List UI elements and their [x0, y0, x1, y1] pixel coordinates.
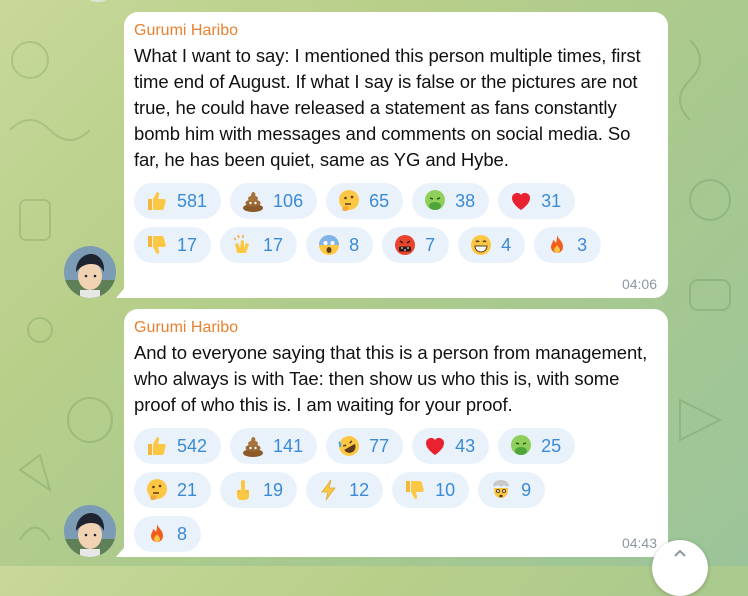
reaction-count: 65 [369, 190, 390, 211]
reaction-count: 9 [521, 479, 532, 500]
message-time: 04:43 [621, 535, 657, 551]
thumbs-up-icon [144, 433, 170, 459]
thinking-face-icon [144, 477, 170, 503]
sender-name[interactable]: Gurumi Haribo [134, 318, 656, 338]
reaction-rofl[interactable]: 77 [326, 428, 404, 464]
middle-finger-icon [230, 477, 256, 503]
reaction-count: 7 [425, 234, 436, 255]
reaction-cursing[interactable]: 7 [382, 227, 450, 263]
nauseated-face-icon [422, 188, 448, 214]
previous-message-edge [84, 0, 112, 2]
reaction-fire[interactable]: 3 [534, 227, 602, 263]
fire-icon [544, 232, 570, 258]
reaction-heart[interactable]: 43 [412, 428, 490, 464]
reactions-bar: 581 106 65 38 31 17 17 8 7 4 3 [134, 183, 614, 263]
bubble-tail [116, 543, 128, 557]
reaction-grin[interactable]: 4 [458, 227, 526, 263]
thumbs-down-icon [144, 232, 170, 258]
reaction-count: 581 [177, 190, 208, 211]
reaction-exploding-head[interactable]: 9 [478, 472, 546, 508]
thumbs-down-icon [402, 477, 428, 503]
reaction-count: 17 [263, 234, 284, 255]
reaction-thumbs-down[interactable]: 10 [392, 472, 470, 508]
scroll-down-button[interactable] [652, 540, 708, 596]
nauseated-face-icon [508, 433, 534, 459]
message-text: And to everyone saying that this is a pe… [134, 342, 648, 415]
poop-icon [240, 433, 266, 459]
message-bubble[interactable]: Gurumi Haribo What I want to say: I ment… [116, 12, 668, 298]
reaction-count: 8 [349, 234, 360, 255]
avatar[interactable] [64, 246, 116, 298]
clapping-hands-icon [230, 232, 256, 258]
reaction-thinking[interactable]: 21 [134, 472, 212, 508]
reaction-nauseated[interactable]: 38 [412, 183, 490, 219]
avatar[interactable] [64, 505, 116, 557]
reaction-thumbs-down[interactable]: 17 [134, 227, 212, 263]
reaction-count: 38 [455, 190, 476, 211]
screaming-face-icon [316, 232, 342, 258]
reaction-fire[interactable]: 8 [134, 516, 202, 552]
bubble-tail [116, 284, 128, 298]
reaction-count: 10 [435, 479, 456, 500]
message-bubble[interactable]: Gurumi Haribo And to everyone saying tha… [116, 309, 668, 557]
reaction-lightning[interactable]: 12 [306, 472, 384, 508]
fire-icon [144, 521, 170, 547]
reaction-count: 3 [577, 234, 588, 255]
poop-icon [240, 188, 266, 214]
reactions-bar: 542 141 77 43 25 21 19 12 10 9 8 [134, 428, 614, 552]
reaction-count: 21 [177, 479, 198, 500]
reaction-count: 141 [273, 435, 304, 456]
reaction-count: 25 [541, 435, 562, 456]
reaction-count: 19 [263, 479, 284, 500]
reaction-count: 17 [177, 234, 198, 255]
reaction-count: 8 [177, 523, 188, 544]
message-time: 04:06 [621, 276, 657, 292]
reaction-clap[interactable]: 17 [220, 227, 298, 263]
chevron-up-icon [674, 549, 686, 557]
sender-name[interactable]: Gurumi Haribo [134, 21, 656, 41]
grinning-face-icon [468, 232, 494, 258]
reaction-middle-finger[interactable]: 19 [220, 472, 298, 508]
reaction-count: 542 [177, 435, 208, 456]
thumbs-up-icon [144, 188, 170, 214]
thinking-face-icon [336, 188, 362, 214]
reaction-thinking[interactable]: 65 [326, 183, 404, 219]
reaction-poop[interactable]: 141 [230, 428, 318, 464]
reaction-count: 4 [501, 234, 512, 255]
rofl-face-icon [336, 433, 362, 459]
reaction-heart[interactable]: 31 [498, 183, 576, 219]
reaction-count: 77 [369, 435, 390, 456]
red-heart-icon [508, 188, 534, 214]
reaction-poop[interactable]: 106 [230, 183, 318, 219]
reaction-nauseated[interactable]: 25 [498, 428, 576, 464]
reaction-count: 31 [541, 190, 562, 211]
reaction-scream[interactable]: 8 [306, 227, 374, 263]
red-heart-icon [422, 433, 448, 459]
lightning-icon [316, 477, 342, 503]
reaction-thumbs-up[interactable]: 581 [134, 183, 222, 219]
message-text: What I want to say: I mentioned this per… [134, 45, 641, 170]
reaction-count: 12 [349, 479, 370, 500]
reaction-count: 43 [455, 435, 476, 456]
exploding-head-icon [488, 477, 514, 503]
reaction-count: 106 [273, 190, 304, 211]
cursing-face-icon [392, 232, 418, 258]
reaction-thumbs-up[interactable]: 542 [134, 428, 222, 464]
